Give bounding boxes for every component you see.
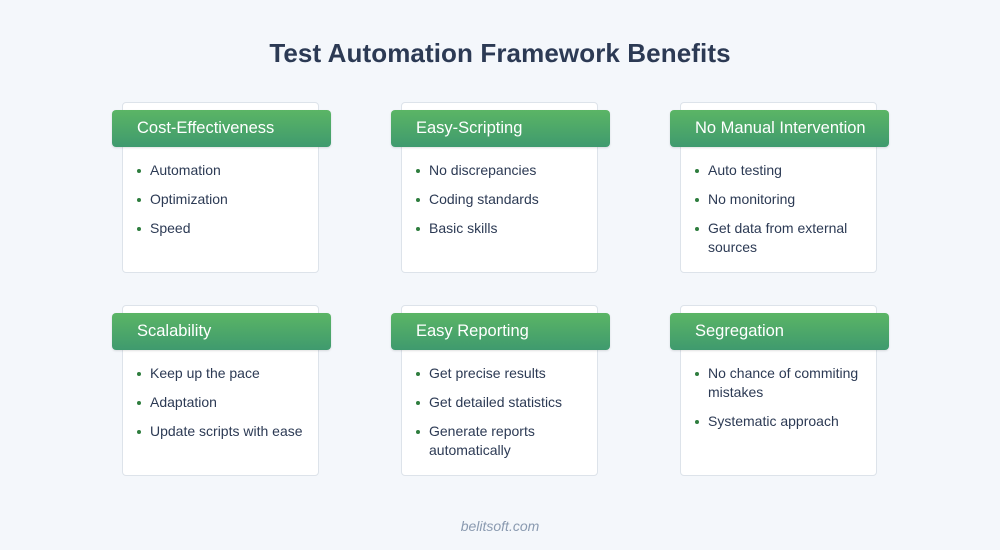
list-item: No chance of commiting mistakes (695, 364, 875, 402)
list-item: Coding standards (416, 190, 596, 209)
list-item-text: Update scripts with ease (150, 423, 303, 439)
bullet-icon (416, 198, 420, 202)
footer-source: belitsoft.com (460, 518, 540, 534)
card-list: Keep up the pace Adaptation Update scrip… (137, 364, 317, 451)
list-item: Update scripts with ease (137, 422, 317, 441)
list-item: Get data from external sources (695, 219, 875, 257)
list-item: Get precise results (416, 364, 596, 383)
bullet-icon (695, 372, 699, 376)
bullet-icon (137, 430, 141, 434)
list-item-text: Coding standards (429, 191, 539, 207)
list-item-text: No monitoring (708, 191, 796, 207)
bullet-icon (695, 227, 699, 231)
card-list: Automation Optimization Speed (137, 161, 317, 248)
list-item: Systematic approach (695, 412, 875, 431)
bullet-icon (416, 372, 420, 376)
list-item-text: No chance of commiting mistakes (708, 365, 859, 400)
bullet-icon (695, 169, 699, 173)
card-header: Segregation (670, 313, 889, 350)
list-item-text: Generate reports automatically (429, 423, 535, 458)
list-item: Get detailed statistics (416, 393, 596, 412)
bullet-icon (137, 169, 141, 173)
list-item-text: Get data from external sources (708, 220, 848, 255)
card-list: No chance of commiting mistakes Systemat… (695, 364, 875, 441)
bullet-icon (137, 198, 141, 202)
list-item: No monitoring (695, 190, 875, 209)
list-item-text: Get detailed statistics (429, 394, 563, 410)
bullet-icon (695, 198, 699, 202)
benefit-card-scalability: Scalability Keep up the pace Adaptation … (112, 305, 331, 476)
list-item-text: Basic skills (429, 220, 498, 236)
list-item-text: Keep up the pace (150, 365, 260, 381)
bullet-icon (416, 401, 420, 405)
benefit-card-cost-effectiveness: Cost-Effectiveness Automation Optimizati… (112, 102, 331, 273)
list-item-text: Get precise results (429, 365, 546, 381)
list-item-text: Adaptation (150, 394, 217, 410)
list-item-text: Speed (150, 220, 191, 236)
card-header: No Manual Intervention (670, 110, 889, 147)
bullet-icon (416, 227, 420, 231)
bullet-icon (416, 430, 420, 434)
bullet-icon (137, 372, 141, 376)
list-item: Basic skills (416, 219, 596, 238)
list-item: Keep up the pace (137, 364, 317, 383)
card-header: Cost-Effectiveness (112, 110, 331, 147)
card-list: Auto testing No monitoring Get data from… (695, 161, 875, 267)
list-item-text: No discrepancies (429, 162, 537, 178)
benefit-card-no-manual-intervention: No Manual Intervention Auto testing No m… (670, 102, 889, 273)
list-item-text: Automation (150, 162, 221, 178)
list-item: No discrepancies (416, 161, 596, 180)
card-list: Get precise results Get detailed statist… (416, 364, 596, 470)
list-item: Automation (137, 161, 317, 180)
bullet-icon (137, 227, 141, 231)
bullet-icon (416, 169, 420, 173)
bullet-icon (137, 401, 141, 405)
card-header: Scalability (112, 313, 331, 350)
list-item-text: Optimization (150, 191, 228, 207)
list-item: Generate reports automatically (416, 422, 596, 460)
list-item: Auto testing (695, 161, 875, 180)
benefit-card-easy-reporting: Easy Reporting Get precise results Get d… (391, 305, 610, 476)
list-item: Optimization (137, 190, 317, 209)
page-title: Test Automation Framework Benefits (269, 38, 731, 68)
list-item: Speed (137, 219, 317, 238)
list-item-text: Auto testing (708, 162, 782, 178)
card-list: No discrepancies Coding standards Basic … (416, 161, 596, 248)
bullet-icon (695, 420, 699, 424)
list-item: Adaptation (137, 393, 317, 412)
benefit-card-easy-scripting: Easy-Scripting No discrepancies Coding s… (391, 102, 610, 273)
card-header: Easy-Scripting (391, 110, 610, 147)
benefit-card-segregation: Segregation No chance of commiting mista… (670, 305, 889, 476)
list-item-text: Systematic approach (708, 413, 839, 429)
card-header: Easy Reporting (391, 313, 610, 350)
